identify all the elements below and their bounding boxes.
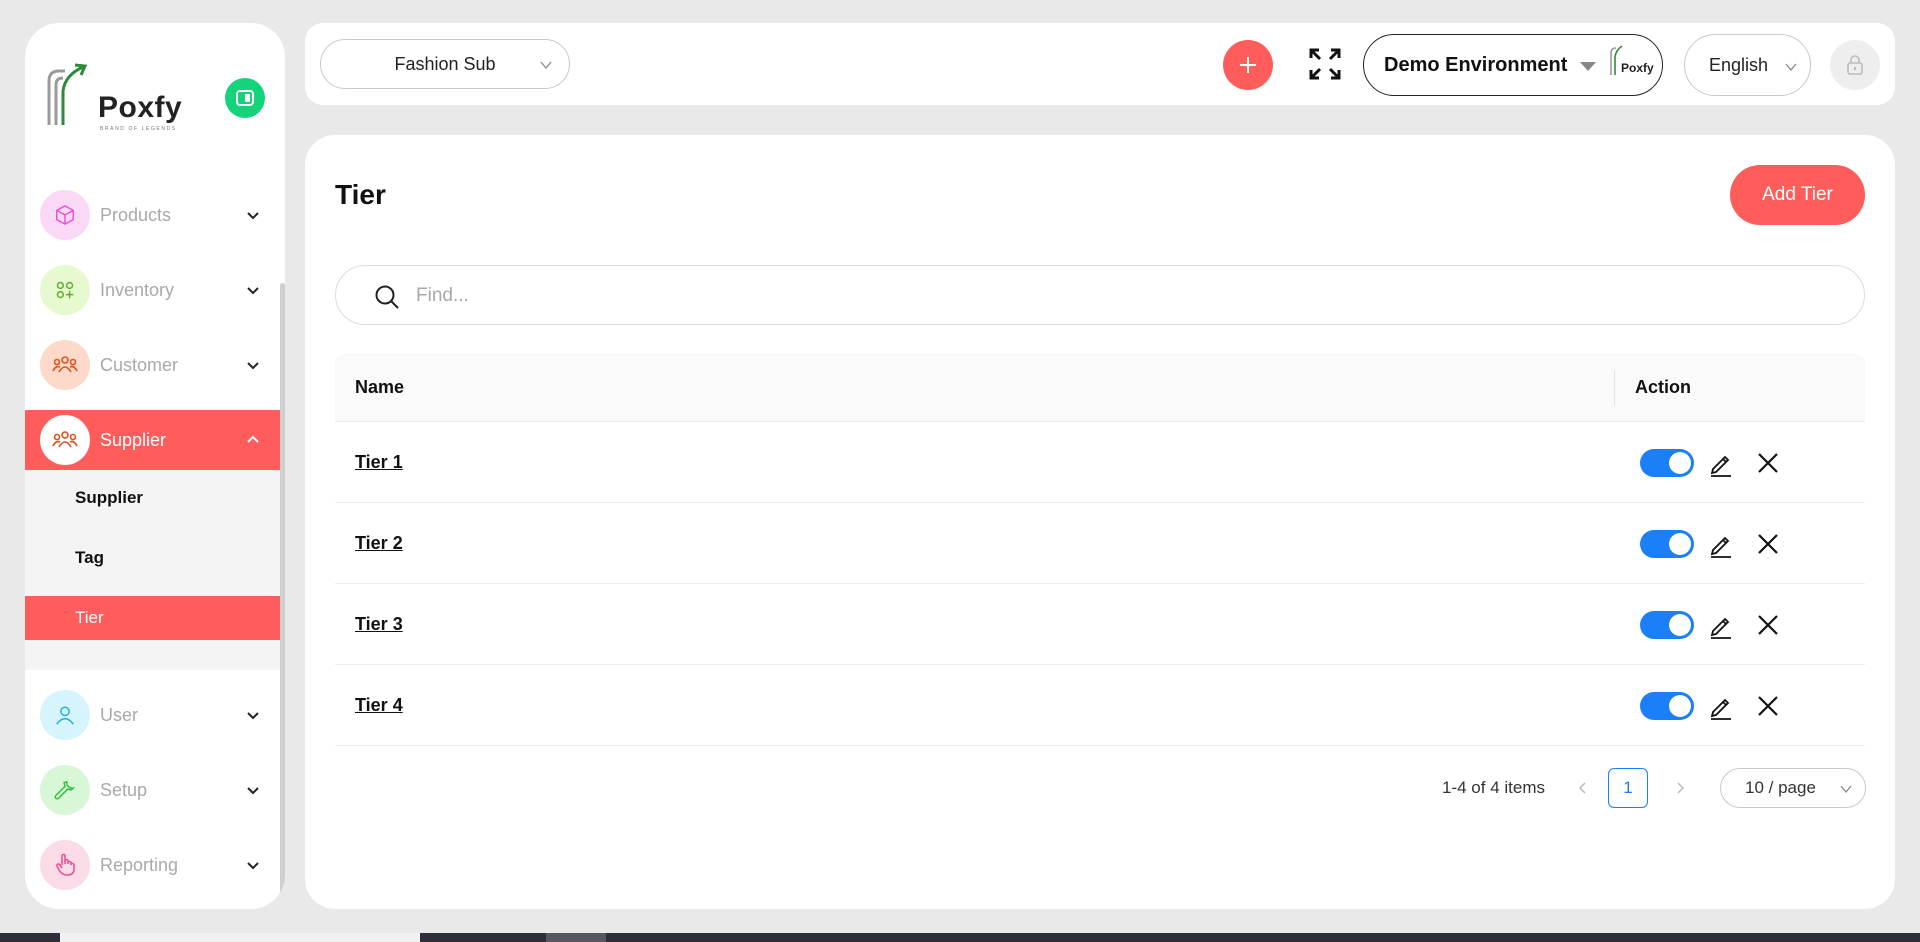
top-header: Fashion Sub Demo Environment Poxfy Engli… — [305, 23, 1895, 105]
table-row: Tier 3 — [335, 584, 1865, 665]
brand-name: Poxfy — [98, 91, 183, 124]
status-toggle[interactable] — [1640, 449, 1694, 477]
chevron-down-icon — [247, 712, 259, 720]
brand-logo: Poxfy BRAND OF LEGENDS — [43, 61, 183, 132]
column-header-name: Name — [355, 377, 405, 397]
chevron-down-icon — [247, 212, 259, 220]
users-icon — [40, 340, 90, 390]
chevron-down-icon — [247, 287, 259, 295]
search-input[interactable] — [416, 278, 1816, 314]
sidebar: Poxfy BRAND OF LEGENDS Products Inventor… — [25, 23, 285, 909]
status-toggle[interactable] — [1640, 530, 1694, 558]
hand-icon — [40, 840, 90, 890]
environment-logo-text: Poxfy — [1621, 61, 1654, 75]
chevron-down-icon — [1785, 63, 1797, 72]
fullscreen-icon[interactable] — [1308, 47, 1342, 81]
search-bar — [335, 265, 1865, 325]
taskbar-item[interactable] — [546, 933, 606, 942]
table-row: Tier 4 — [335, 665, 1865, 746]
search-icon — [375, 285, 399, 309]
tier-name-link[interactable]: Tier 2 — [355, 533, 403, 554]
chevron-left-icon[interactable] — [1575, 780, 1591, 796]
sidebar-item-label: User — [100, 704, 139, 725]
sidebar-item-inventory[interactable]: Inventory — [25, 260, 280, 320]
environment-logo: Poxfy — [1609, 45, 1654, 83]
store-select-value: Fashion Sub — [394, 53, 496, 74]
tier-name-link[interactable]: Tier 4 — [355, 695, 403, 716]
sidebar-item-label: Customer — [100, 354, 179, 375]
apps-icon — [40, 265, 90, 315]
plus-icon — [1240, 57, 1256, 73]
chevron-down-icon — [247, 862, 259, 870]
table-row: Tier 1 — [335, 422, 1865, 503]
language-select-value: English — [1709, 54, 1769, 75]
caret-down-icon — [1580, 62, 1596, 71]
supplier-submenu: Supplier Tag Tier — [25, 470, 280, 670]
edit-icon[interactable] — [1708, 694, 1734, 720]
page-size-value: 10 / page — [1745, 778, 1816, 797]
pagination-total: 1-4 of 4 items — [1442, 778, 1545, 797]
status-toggle[interactable] — [1640, 611, 1694, 639]
sidebar-item-supplier[interactable]: Supplier — [25, 410, 280, 470]
sidebar-item-customer[interactable]: Customer — [25, 335, 280, 395]
chevron-right-icon[interactable] — [1672, 780, 1688, 796]
chevron-down-icon — [247, 787, 259, 795]
sidebar-item-setup[interactable]: Setup — [25, 760, 280, 820]
page-title: Tier — [335, 179, 386, 210]
delete-icon[interactable] — [1757, 452, 1779, 474]
delete-icon[interactable] — [1757, 533, 1779, 555]
table-header: Name Action — [335, 353, 1865, 422]
sidebar-item-label: Reporting — [100, 854, 179, 875]
page-size-select[interactable]: 10 / page — [1720, 768, 1866, 808]
language-select[interactable]: English — [1684, 34, 1811, 96]
column-header-action: Action — [1635, 377, 1691, 397]
sidebar-scrollbar[interactable] — [280, 283, 285, 909]
chevron-down-icon — [1840, 785, 1852, 794]
chevron-up-icon — [247, 435, 259, 443]
edit-icon[interactable] — [1708, 451, 1734, 477]
column-divider — [1614, 371, 1615, 405]
sidebar-item-label: Inventory — [100, 279, 175, 300]
chevron-down-icon — [247, 362, 259, 370]
quick-add-button[interactable] — [1223, 40, 1273, 90]
edit-icon[interactable] — [1708, 613, 1734, 639]
logo-mark-icon — [47, 63, 88, 125]
table-row: Tier 2 — [335, 503, 1865, 584]
collapse-icon — [236, 90, 254, 106]
environment-select[interactable]: Demo Environment Poxfy — [1363, 34, 1663, 96]
sidebar-item-label: Supplier — [100, 429, 167, 450]
box-icon — [40, 190, 90, 240]
add-tier-button[interactable]: Add Tier — [1730, 165, 1865, 225]
lock-icon — [1847, 55, 1863, 75]
sidebar-item-products[interactable]: Products — [25, 185, 280, 245]
sidebar-item-reporting[interactable]: Reporting — [25, 835, 280, 895]
environment-select-value: Demo Environment — [1384, 53, 1568, 76]
tier-name-link[interactable]: Tier 3 — [355, 614, 403, 635]
sidebar-item-label: Setup — [100, 779, 148, 800]
status-toggle[interactable] — [1640, 692, 1694, 720]
sidebar-item-label: Products — [100, 204, 172, 225]
submenu-item-supplier[interactable]: Supplier — [25, 476, 280, 520]
sidebar-collapse-button[interactable] — [225, 78, 265, 118]
submenu-item-tag[interactable]: Tag — [25, 536, 280, 580]
sidebar-item-user[interactable]: User — [25, 685, 280, 745]
delete-icon[interactable] — [1757, 614, 1779, 636]
wrench-icon — [40, 765, 90, 815]
users-icon — [40, 415, 90, 465]
lock-button[interactable] — [1830, 40, 1880, 90]
main-content: Tier Add Tier Name Action Tier 1 Tier 2 … — [305, 135, 1895, 909]
edit-icon[interactable] — [1708, 532, 1734, 558]
os-taskbar — [0, 933, 1920, 942]
store-select[interactable]: Fashion Sub — [320, 39, 570, 89]
user-icon — [40, 690, 90, 740]
tier-table: Name Action Tier 1 Tier 2 Tier 3 Tier 4 — [335, 353, 1865, 746]
chevron-down-icon — [540, 61, 552, 70]
brand-tagline: BRAND OF LEGENDS — [100, 126, 177, 132]
submenu-item-tier[interactable]: Tier — [25, 596, 280, 640]
page-number-button[interactable]: 1 — [1608, 768, 1648, 808]
taskbar-item[interactable] — [60, 933, 420, 942]
delete-icon[interactable] — [1757, 695, 1779, 717]
pagination: 1-4 of 4 items 1 10 / page — [305, 768, 1895, 808]
tier-name-link[interactable]: Tier 1 — [355, 452, 403, 473]
